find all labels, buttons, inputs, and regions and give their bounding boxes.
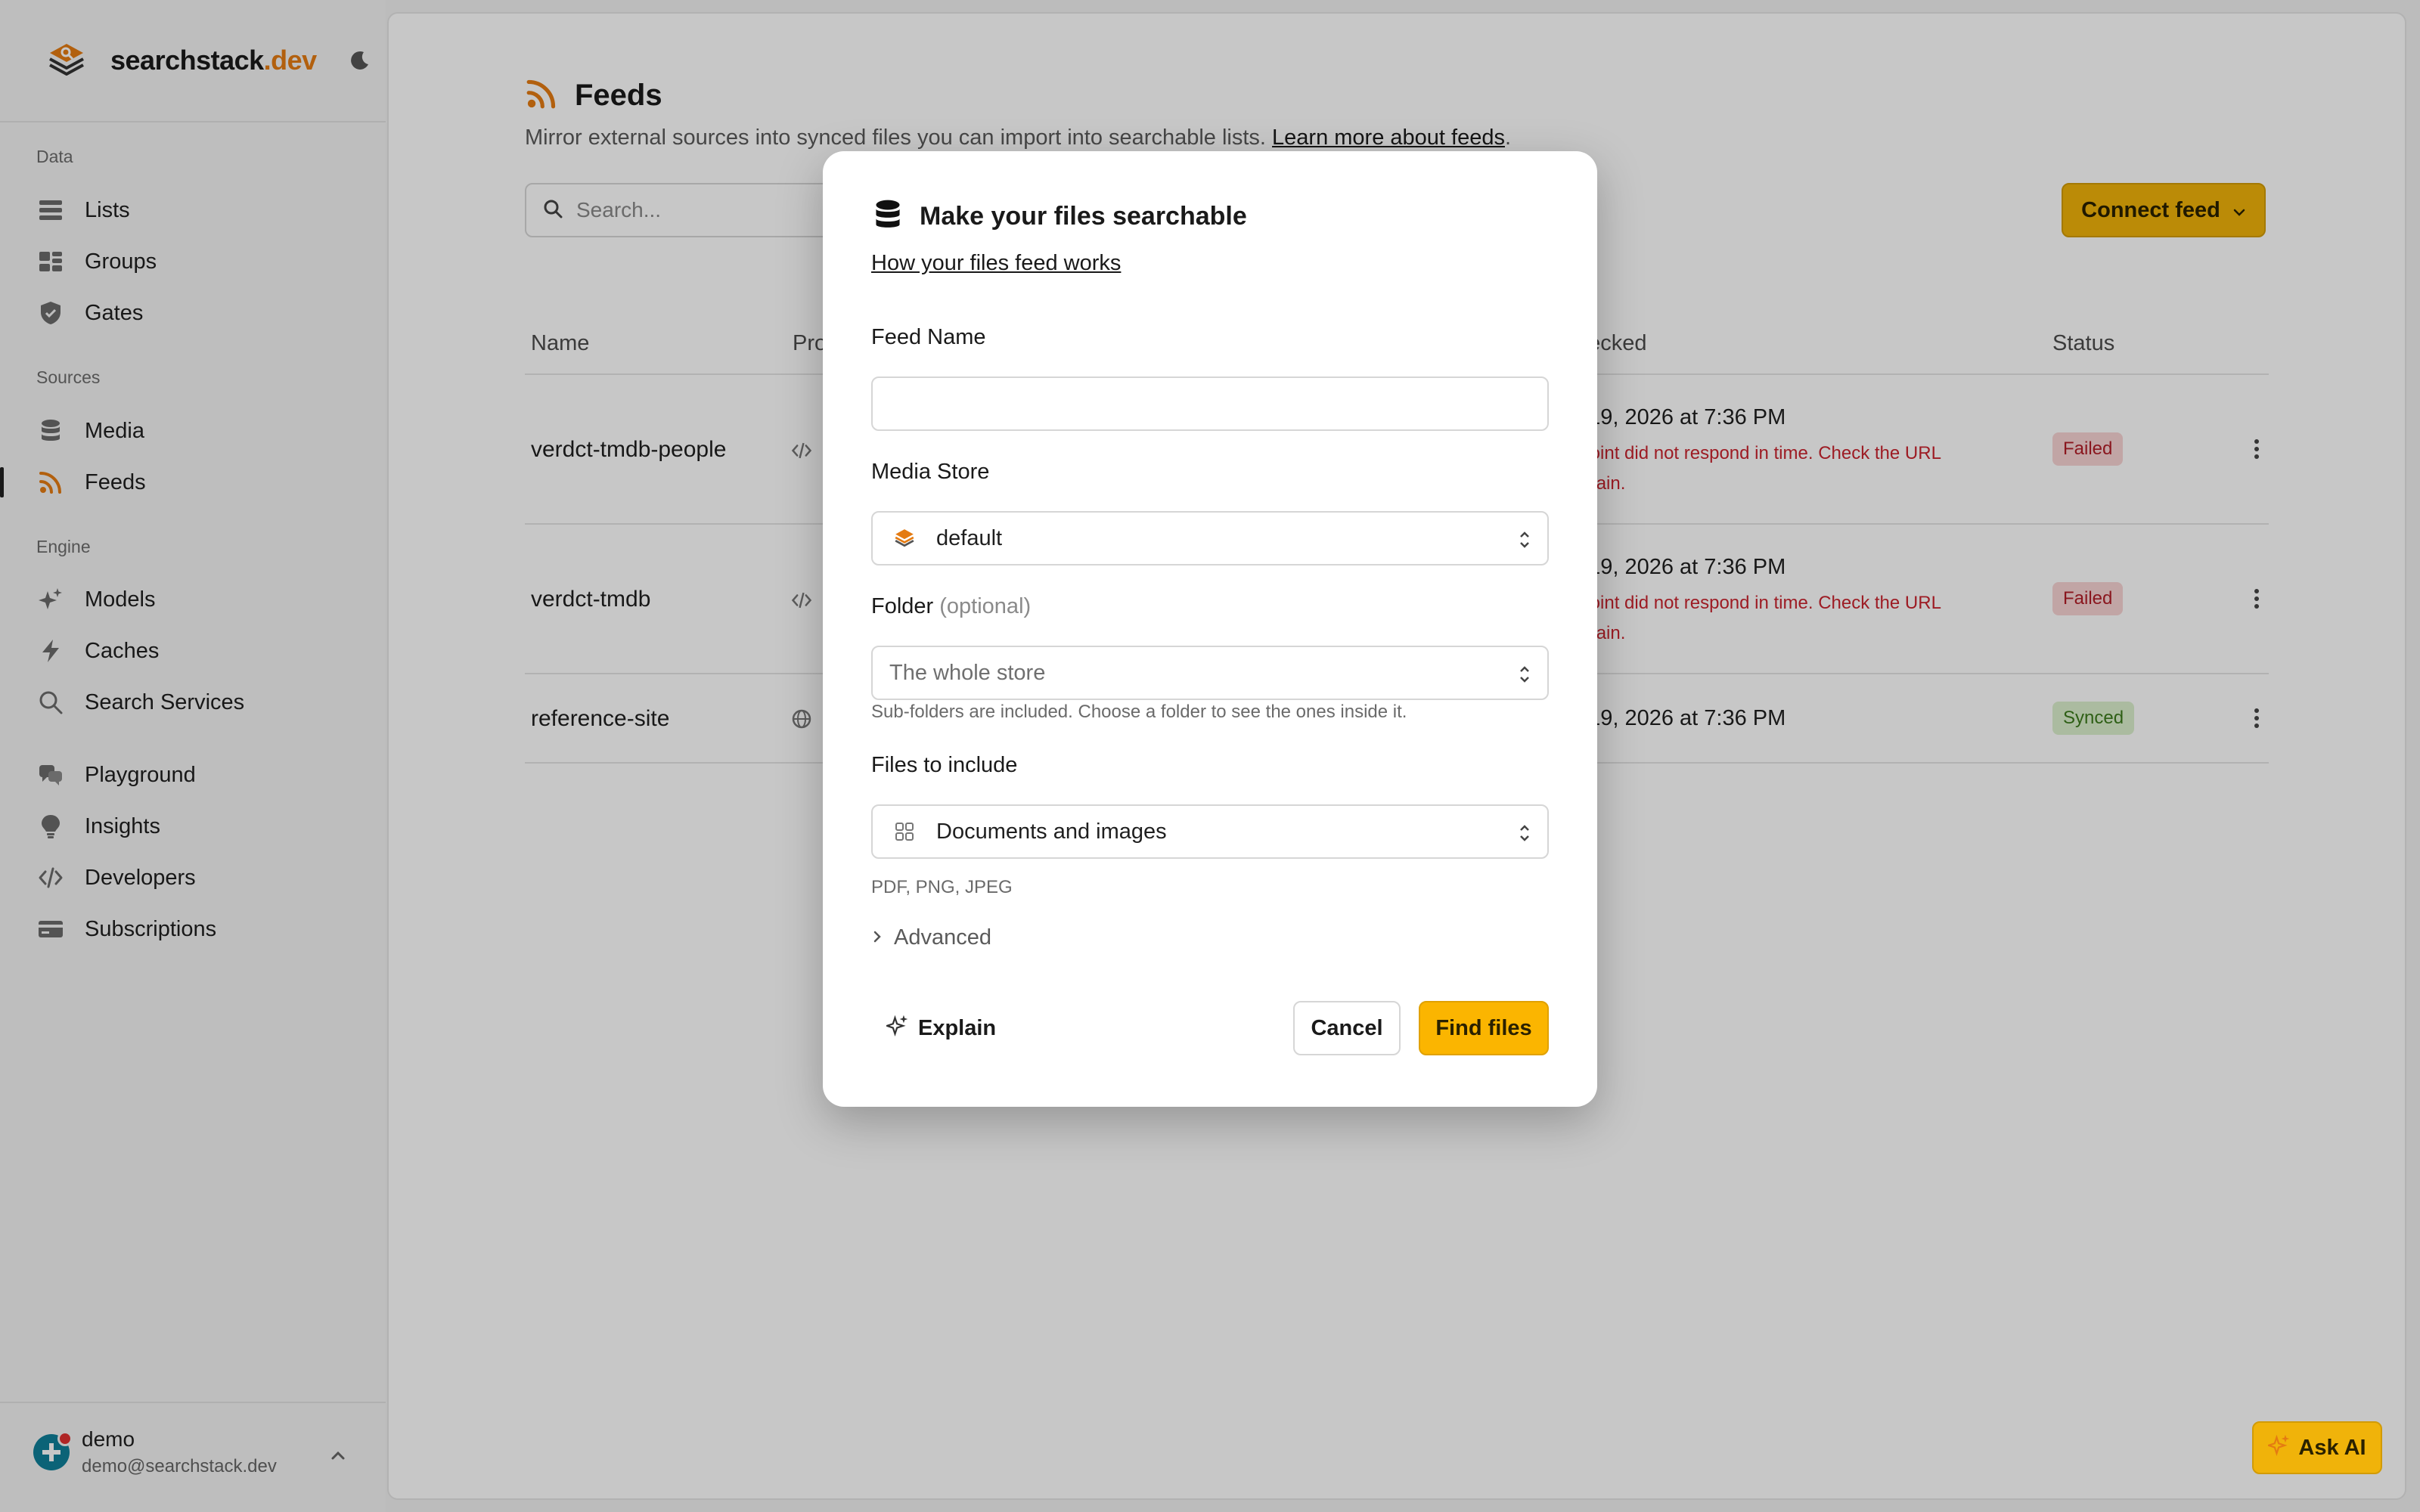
feed-name-input[interactable] [873,378,1547,429]
how-it-works-link[interactable]: How your files feed works [871,251,1121,276]
advanced-toggle[interactable]: Advanced [871,925,991,950]
create-feed-dialog: Make your files searchable How your file… [823,151,1597,1107]
chevron-updown-icon [1517,662,1532,686]
folder-label: Folder (optional) [871,594,1032,618]
cancel-button[interactable]: Cancel [1293,1001,1401,1055]
chevron-updown-icon [1517,821,1532,845]
stack-icon [889,523,920,553]
ask-ai-button[interactable]: Ask AI [2252,1421,2382,1474]
sparkles-icon [884,1014,909,1043]
media-store-select[interactable]: default [871,511,1549,565]
feed-name-field[interactable] [871,376,1549,431]
dialog-header: Make your files searchable [871,198,1247,235]
feed-name-label: Feed Name [871,325,986,349]
explain-button[interactable]: Explain [871,1001,1011,1055]
media-store-value: default [936,525,1003,550]
folder-select[interactable]: The whole store [871,646,1549,700]
files-label: Files to include [871,753,1018,777]
sparkles-icon [2266,1433,2291,1462]
find-files-button[interactable]: Find files [1419,1001,1549,1055]
dialog-title: Make your files searchable [920,202,1247,231]
files-value: Documents and images [936,819,1167,844]
database-icon [871,198,904,235]
folder-help: Sub-folders are included. Choose a folde… [871,702,1407,722]
files-select[interactable]: Documents and images [871,804,1549,859]
folder-value: The whole store [889,660,1046,685]
grid-icon [889,816,920,847]
chevron-updown-icon [1517,528,1532,552]
chevron-right-icon [871,925,883,950]
files-help: PDF, PNG, JPEG [871,877,1013,897]
media-store-label: Media Store [871,460,990,484]
